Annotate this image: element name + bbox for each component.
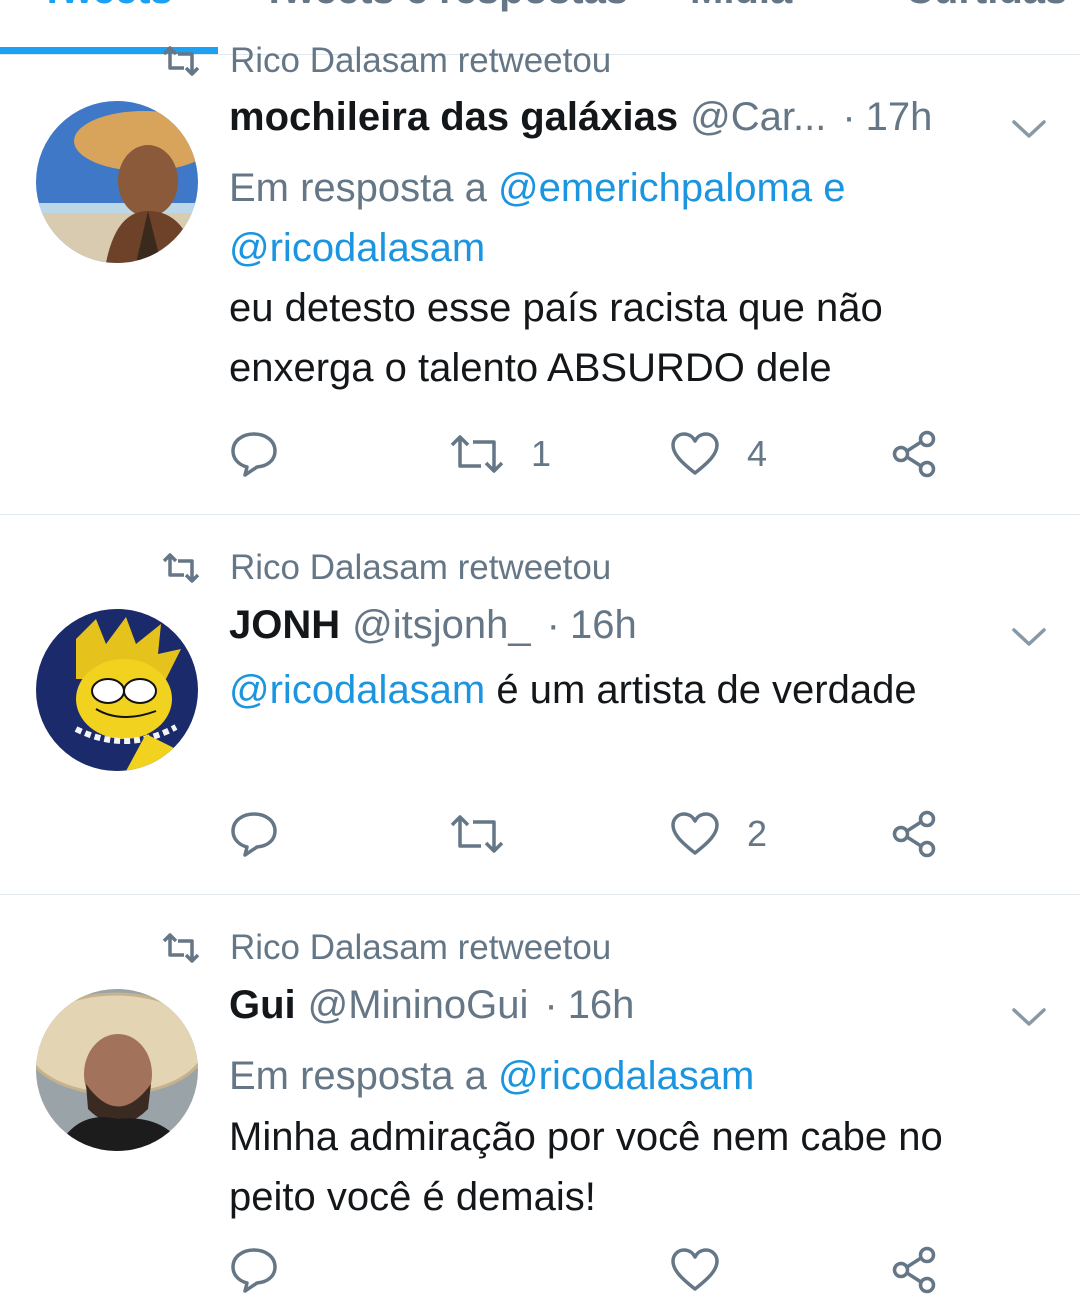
avatar[interactable] [36,989,198,1151]
reply-button[interactable] [229,809,279,859]
reply-icon [231,1248,277,1293]
like-count: 2 [747,813,768,854]
retweet-count: 1 [531,433,552,474]
heart-icon [671,432,719,475]
share-icon [892,1246,936,1294]
reply-button[interactable] [229,1245,279,1295]
retweet-icon [162,933,200,963]
avatar-cartoon-character-icon [36,609,198,771]
retweet-context: Rico Dalasam retweetou [162,548,611,588]
reply-icon [231,432,277,477]
retweet-context: Rico Dalasam retweetou [162,928,611,968]
chevron-down-icon[interactable] [1010,117,1048,141]
tweet-text-line: é um artista de verdade [485,668,917,712]
user-handle[interactable]: @itsjonh_ [352,603,530,648]
user-handle[interactable]: @MininoGui [308,983,529,1028]
chevron-down-icon[interactable] [1010,1005,1048,1029]
display-name[interactable]: Gui [229,983,296,1028]
chevron-down-icon[interactable] [1010,625,1048,649]
share-icon [892,430,936,478]
like-count: 4 [747,433,768,474]
display-name[interactable]: mochileira das galáxias [229,95,678,140]
reply-context: Em resposta a @ricodalasam [229,1046,1039,1106]
retweeted-by-label: Rico Dalasam retweetou [230,41,612,80]
separator-dot: · [544,983,558,1027]
avatar[interactable] [36,609,198,771]
tweet-actions: 1 4 [229,429,949,479]
avatar-photo-woman-hat-icon [36,101,198,263]
retweet-icon [450,815,504,853]
heart-icon [671,812,719,855]
reply-context: Em resposta a @emerichpaloma e @ricodala… [229,158,1039,278]
avatar-photo-man-hat-icon [36,989,198,1151]
tweet-time[interactable]: 16h [570,603,637,648]
reply-prefix: Em resposta a [229,166,499,210]
separator-dot: · [546,603,560,647]
tab-media[interactable]: Mídia [690,0,792,13]
retweet-icon [162,553,200,583]
share-button[interactable] [889,1245,939,1295]
tweet-actions [229,1245,949,1295]
retweet-context: Rico Dalasam retweetou [162,41,611,81]
tweet-header: mochileira das galáxias @Car... · 17h [229,95,932,145]
retweet-button[interactable]: 1 [449,429,551,479]
tweet-time[interactable]: 17h [866,95,933,140]
reply-icon [231,812,277,857]
text-mention[interactable]: @ricodalasam [229,668,485,712]
tweet-time[interactable]: 16h [568,983,635,1028]
tweet-header: JONH @itsjonh_ · 16h [229,603,637,653]
tab-tweets[interactable]: Tweets [40,0,173,13]
tweet-text: eu detesto esse país racista que não enx… [229,278,1039,398]
user-handle[interactable]: @Car... [690,95,826,140]
tweet-text: @ricodalasam é um artista de verdade [229,660,1039,720]
tweet-text: Minha admiração por você nem cabe no pei… [229,1107,1039,1227]
reply-button[interactable] [229,429,279,479]
reply-mention[interactable]: @emerichpaloma e [498,166,845,210]
tweet-actions: 2 [229,809,949,859]
retweeted-by-label: Rico Dalasam retweetou [230,928,612,967]
tweet-text-line: Minha admiração por você nem cabe no [229,1115,943,1159]
retweet-icon [450,435,504,473]
tweet-text-line: eu detesto esse país racista que não [229,286,883,330]
share-button[interactable] [889,809,939,859]
share-button[interactable] [889,429,939,479]
tweet-item[interactable]: Rico Dalasam retweetou mochileira das ga… [0,41,1080,515]
like-button[interactable]: 4 [669,429,767,479]
tweet-header: Gui @MininoGui · 16h [229,983,634,1033]
tweet-text-line: peito você é demais! [229,1175,596,1219]
like-button[interactable]: 2 [669,809,767,859]
reply-mention[interactable]: @ricodalasam [498,1054,754,1098]
avatar[interactable] [36,101,198,263]
reply-mention[interactable]: @ricodalasam [229,226,485,270]
display-name[interactable]: JONH [229,603,340,648]
retweeted-by-label: Rico Dalasam retweetou [230,548,612,587]
like-button[interactable] [669,1245,721,1295]
retweet-icon [162,46,200,76]
separator-dot: · [842,95,856,139]
heart-icon [671,1248,719,1291]
tweet-text-line: enxerga o talento ABSURDO dele [229,346,832,390]
tweet-item[interactable]: Rico Dalasam retweetou Gui @MininoGui · … [0,895,1080,1294]
reply-prefix: Em resposta a [229,1054,499,1098]
share-icon [892,810,936,858]
tab-likes[interactable]: Curtidas [905,0,1067,13]
tab-tweets-and-replies[interactable]: Tweets e respostas [262,0,628,13]
tweet-item[interactable]: Rico Dalasam retweetou JONH @itsjonh_ · … [0,515,1080,895]
retweet-button[interactable] [449,809,505,859]
